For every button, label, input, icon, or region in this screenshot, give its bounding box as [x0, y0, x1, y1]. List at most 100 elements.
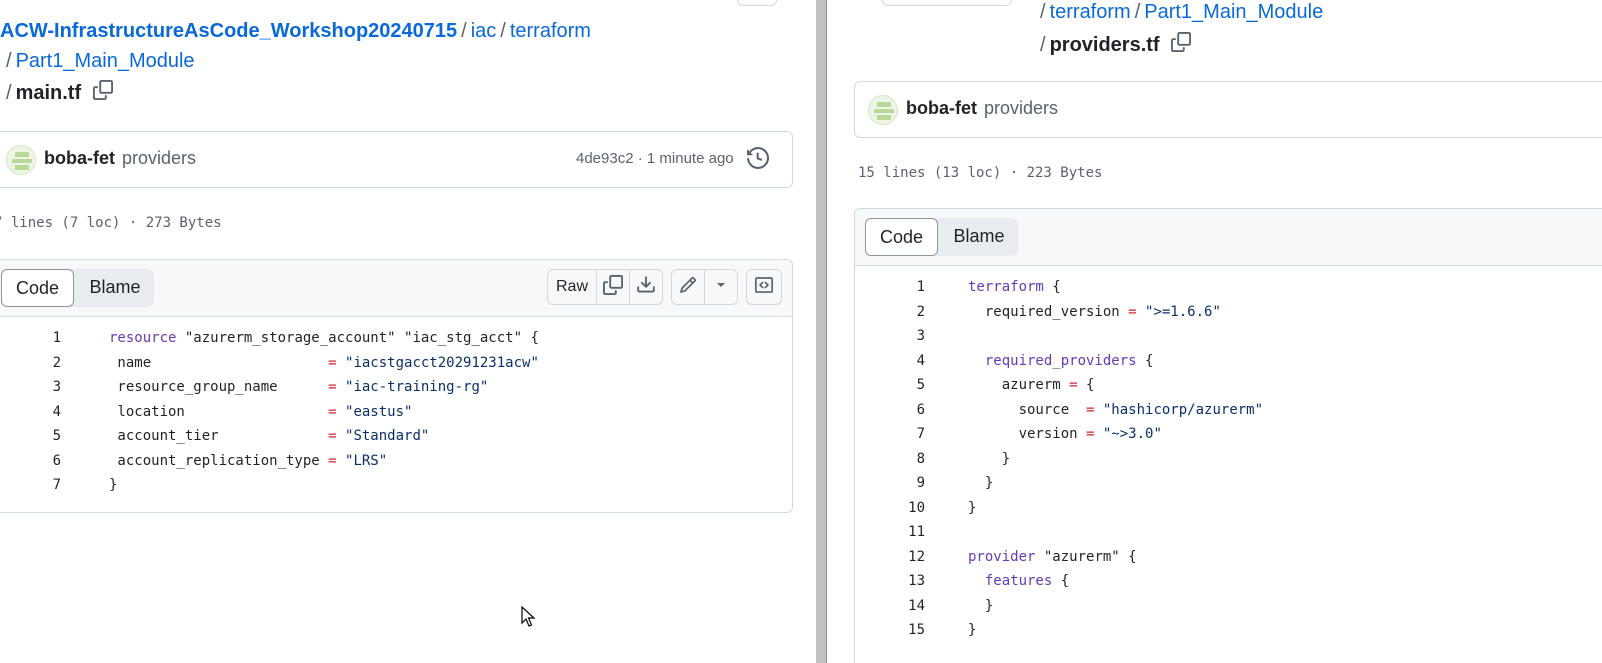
breadcrumb-separator: / — [461, 20, 467, 42]
commit-message[interactable]: providers — [984, 98, 1058, 119]
line-number[interactable]: 6 — [0, 449, 61, 474]
download-button[interactable] — [630, 270, 662, 304]
code-line: 9 } — [855, 471, 1602, 496]
line-number[interactable]: 15 — [855, 618, 925, 643]
line-number[interactable]: 3 — [0, 375, 61, 400]
code-line: 10} — [855, 496, 1602, 521]
commit-author[interactable]: boba-fet — [44, 148, 115, 169]
header-button-stub[interactable] — [882, 0, 1012, 6]
breadcrumb-separator: / — [6, 82, 12, 104]
line-number[interactable]: 5 — [855, 373, 925, 398]
line-content: resource "azurerm_storage_account" "iac_… — [109, 326, 539, 351]
tab-code[interactable]: Code — [865, 218, 938, 256]
token-text: } — [968, 597, 994, 614]
line-number[interactable]: 1 — [0, 326, 61, 351]
line-number[interactable]: 4 — [855, 349, 925, 374]
line-number[interactable]: 14 — [855, 594, 925, 619]
line-number[interactable]: 12 — [855, 545, 925, 570]
code-viewer: Code Blame 1 terraform {2 required_versio… — [854, 208, 1602, 663]
commit-meta-dot: · — [637, 150, 643, 167]
line-number[interactable]: 1 — [855, 275, 925, 300]
line-number[interactable]: 2 — [855, 300, 925, 325]
line-number[interactable]: 6 — [855, 398, 925, 423]
breadcrumb-separator: / — [500, 20, 506, 42]
raw-button[interactable]: Raw — [548, 270, 597, 304]
code-line: 2 required_version = ">=1.6.6" — [855, 300, 1602, 325]
token-text: "azurerm" { — [1035, 548, 1137, 565]
line-number[interactable]: 2 — [0, 351, 61, 376]
line-content: } — [968, 496, 976, 521]
line-content: features { — [968, 569, 1069, 594]
token-text: resource_group_name — [109, 379, 329, 395]
code-line: 11 — [855, 520, 1602, 545]
code-line: 15} — [855, 618, 1602, 643]
token-text: } — [968, 450, 1011, 467]
token-str: "~>3.0" — [1094, 426, 1162, 442]
file-stats: 15 lines (13 loc) · 223 Bytes — [858, 165, 1103, 181]
breadcrumb-repo-link[interactable]: ACW-InfrastructureAsCode_Workshop2024071… — [0, 20, 457, 42]
commit-author[interactable]: boba-fet — [906, 98, 977, 119]
token-kw: terraform — [968, 279, 1044, 295]
tab-blame[interactable]: Blame — [942, 218, 1016, 256]
chevron-down-icon — [715, 278, 727, 296]
commit-sha-link[interactable]: 4de93c2 — [576, 150, 634, 167]
avatar-identicon[interactable] — [868, 95, 898, 125]
breadcrumb-separator: / — [1134, 1, 1141, 23]
line-number[interactable]: 7 — [855, 422, 925, 447]
breadcrumb-module-link[interactable]: Part1_Main_Module — [1144, 1, 1323, 23]
code-line: 13 features { — [855, 569, 1602, 594]
token-text: account_replication_type — [109, 452, 329, 469]
avatar-identicon[interactable] — [6, 145, 36, 175]
view-toggle: Code Blame — [865, 218, 1018, 256]
copy-raw-button[interactable] — [597, 270, 630, 304]
view-toggle: Code Blame — [1, 269, 154, 307]
line-content: } — [968, 594, 993, 619]
token-text: version — [968, 426, 1087, 442]
symbols-panel-button[interactable] — [747, 270, 781, 304]
file-name: providers.tf — [1049, 34, 1160, 56]
breadcrumb-iac-link[interactable]: iac — [471, 20, 497, 42]
code-line: 4 location = "eastus" — [0, 400, 792, 425]
line-number[interactable]: 8 — [855, 447, 925, 472]
line-number[interactable]: 4 — [0, 400, 61, 425]
token-op: = — [1069, 377, 1078, 393]
tab-code[interactable]: Code — [1, 269, 74, 307]
edit-file-button[interactable] — [672, 270, 705, 304]
line-content: provider "azurerm" { — [968, 545, 1137, 570]
file-stats: 7 lines (7 loc) · 273 Bytes — [0, 215, 222, 231]
line-content: required_version = ">=1.6.6" — [968, 300, 1221, 325]
breadcrumb-separator: / — [6, 50, 12, 72]
split-divider[interactable] — [816, 0, 826, 663]
breadcrumb-terraform-link[interactable]: terraform — [510, 20, 591, 42]
breadcrumb-separator: / — [1040, 1, 1046, 23]
line-content: } — [968, 447, 1010, 472]
line-number[interactable]: 3 — [855, 324, 925, 349]
symbols-icon — [755, 276, 773, 299]
header-button-stub[interactable] — [737, 0, 777, 6]
line-number[interactable]: 9 — [855, 471, 925, 496]
token-text: } — [109, 477, 118, 493]
line-number[interactable]: 7 — [0, 473, 61, 498]
line-number[interactable]: 5 — [0, 424, 61, 449]
token-text: required_version — [968, 303, 1129, 320]
token-str: "iac-training-rg" — [336, 379, 489, 395]
commit-message[interactable]: providers — [122, 148, 196, 169]
copy-icon[interactable] — [92, 79, 113, 109]
line-number[interactable]: 13 — [855, 569, 925, 594]
history-icon[interactable] — [747, 146, 770, 174]
code-line: 12 provider "azurerm" { — [855, 545, 1602, 570]
line-content: resource_group_name = "iac-training-rg" — [109, 375, 488, 400]
copy-icon[interactable] — [1171, 31, 1192, 61]
token-kw: features — [984, 573, 1053, 589]
breadcrumb-terraform-link[interactable]: terraform — [1050, 1, 1131, 23]
breadcrumb-module-link[interactable]: Part1_Main_Module — [16, 50, 195, 72]
breadcrumb-line-2: / Part1_Main_Module — [2, 46, 195, 76]
edit-dropdown-button[interactable] — [705, 270, 737, 304]
copy-icon — [603, 274, 623, 300]
line-number[interactable]: 11 — [855, 520, 925, 545]
line-number[interactable]: 10 — [855, 496, 925, 521]
line-content: account_replication_type = "LRS" — [109, 449, 387, 474]
code-line: 5 azurerm = { — [855, 373, 1602, 398]
tab-blame[interactable]: Blame — [78, 269, 152, 307]
left-browser-pane: ACW-InfrastructureAsCode_Workshop2024071… — [0, 0, 816, 663]
